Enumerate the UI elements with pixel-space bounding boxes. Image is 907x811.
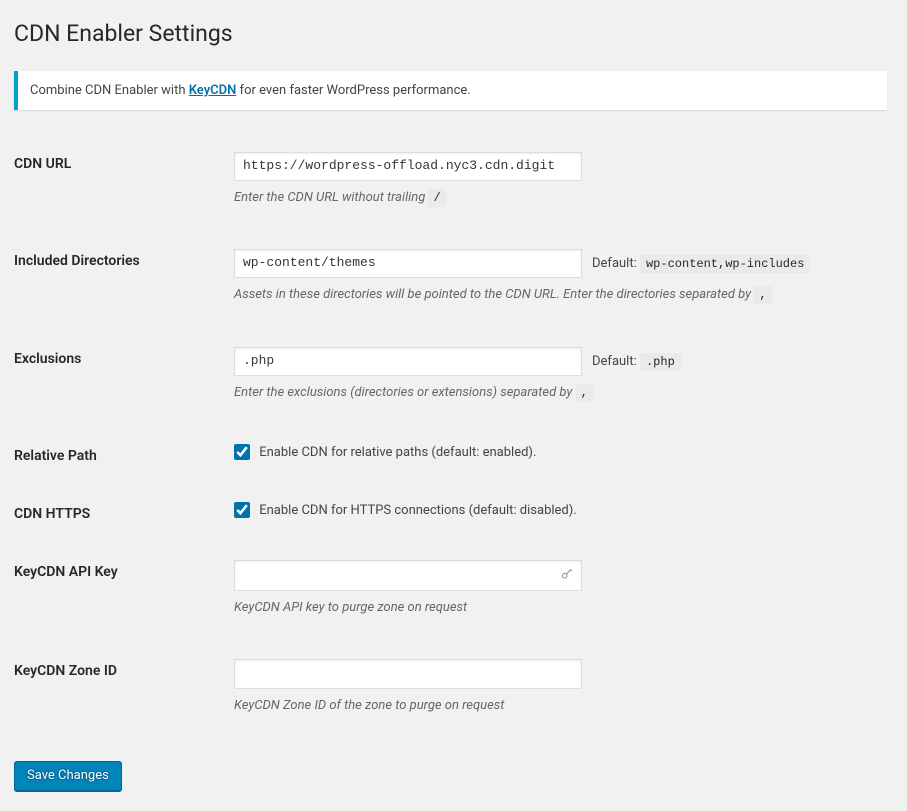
notice-prefix: Combine CDN Enabler with	[30, 83, 189, 98]
settings-form: CDN URL Enter the CDN URL without traili…	[14, 135, 887, 741]
exclusions-desc-code: ,	[576, 384, 593, 402]
included-dirs-default-value: wp-content,wp-includes	[640, 255, 810, 273]
api-key-input[interactable]	[234, 560, 582, 590]
cdn-https-checkbox[interactable]	[234, 502, 250, 518]
notice-suffix: for even faster WordPress performance.	[236, 83, 470, 98]
zone-id-description: KeyCDN Zone ID of the zone to purge on r…	[234, 696, 877, 716]
exclusions-default: Default: .php	[592, 354, 681, 369]
api-key-description: KeyCDN API key to purge zone on request	[234, 598, 877, 618]
exclusions-default-label: Default:	[592, 354, 640, 369]
zone-id-input[interactable]	[234, 659, 582, 689]
save-button[interactable]: Save Changes	[14, 761, 122, 791]
included-dirs-description: Assets in these directories will be poin…	[234, 285, 877, 305]
relative-path-label: Relative Path	[14, 427, 224, 485]
exclusions-input[interactable]	[234, 347, 582, 376]
exclusions-default-value: .php	[640, 353, 681, 371]
page-title: CDN Enabler Settings	[14, 10, 887, 53]
keycdn-link[interactable]: KeyCDN	[189, 83, 237, 98]
exclusions-description: Enter the exclusions (directories or ext…	[234, 383, 877, 403]
included-dirs-label: Included Directories	[14, 232, 224, 329]
included-dirs-default: Default: wp-content,wp-includes	[592, 256, 810, 271]
exclusions-label: Exclusions	[14, 330, 224, 427]
included-dirs-input[interactable]	[234, 249, 582, 278]
relative-path-row[interactable]: Enable CDN for relative paths (default: …	[234, 445, 536, 460]
cdn-url-label: CDN URL	[14, 135, 224, 232]
cdn-https-row[interactable]: Enable CDN for HTTPS connections (defaul…	[234, 503, 577, 518]
cdn-url-input[interactable]	[234, 152, 582, 181]
api-key-label: KeyCDN API Key	[14, 543, 224, 642]
included-dirs-desc-code: ,	[754, 286, 771, 304]
included-dirs-default-label: Default:	[592, 256, 640, 271]
cdn-url-desc-code: /	[428, 189, 445, 207]
relative-path-checkbox[interactable]	[234, 444, 250, 460]
included-dirs-desc-text: Assets in these directories will be poin…	[234, 287, 754, 302]
zone-id-label: KeyCDN Zone ID	[14, 642, 224, 741]
cdn-url-description: Enter the CDN URL without trailing /	[234, 188, 877, 208]
info-notice: Combine CDN Enabler with KeyCDN for even…	[14, 71, 887, 110]
cdn-url-desc-text: Enter the CDN URL without trailing	[234, 190, 428, 205]
exclusions-desc-text: Enter the exclusions (directories or ext…	[234, 385, 576, 400]
cdn-https-label: CDN HTTPS	[14, 485, 224, 543]
cdn-https-text: Enable CDN for HTTPS connections (defaul…	[259, 503, 576, 518]
relative-path-text: Enable CDN for relative paths (default: …	[259, 445, 536, 460]
